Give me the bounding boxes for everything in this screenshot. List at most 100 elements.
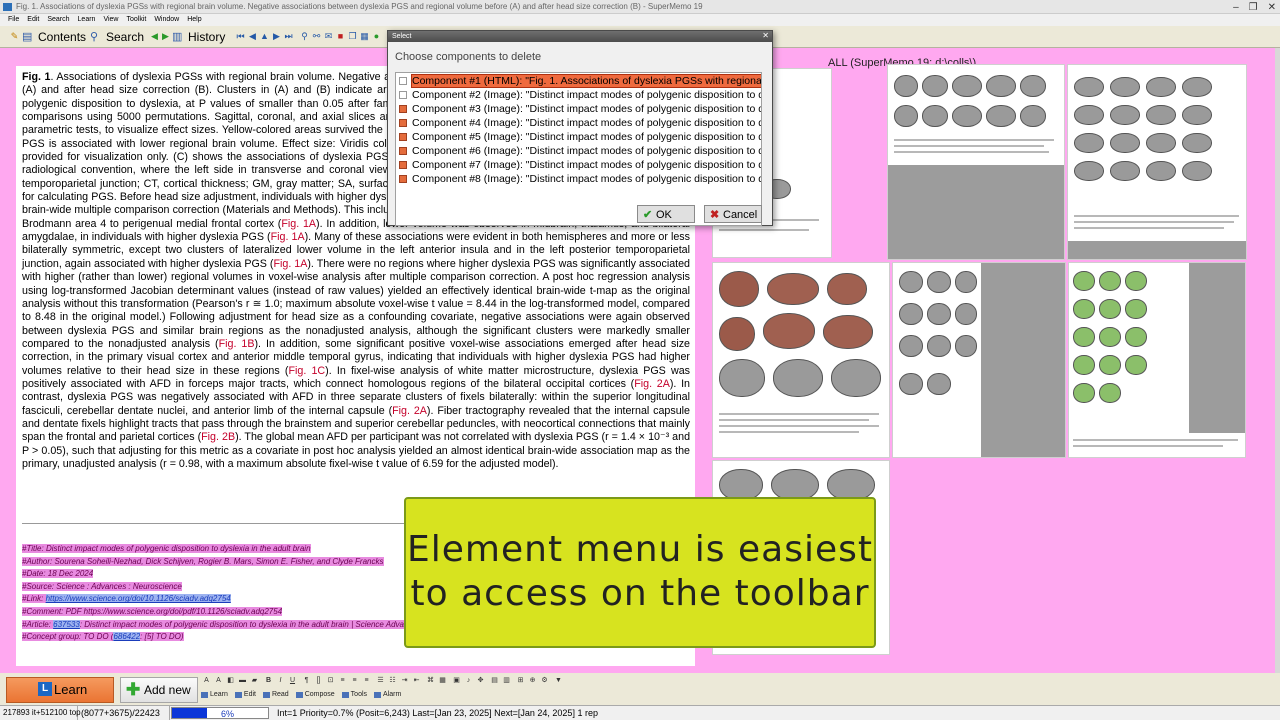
menu-file[interactable]: File	[8, 14, 19, 26]
prev-icon[interactable]: ◀	[248, 32, 257, 41]
move-icon[interactable]: ✥	[476, 676, 485, 685]
component-item-3[interactable]: Component #3 (Image): "Distinct impact m…	[396, 102, 761, 116]
mail-icon[interactable]: ✉	[324, 32, 333, 41]
mode-compose[interactable]: Compose	[295, 689, 335, 701]
dialog-close-icon[interactable]: ✕	[762, 31, 769, 40]
delete-icon[interactable]: ■	[336, 32, 345, 41]
next-icon[interactable]: ▶	[272, 32, 281, 41]
component-checkbox[interactable]	[399, 91, 407, 99]
close-window-button[interactable]: ✕	[1268, 1, 1276, 13]
fig-ref-link[interactable]: Fig. 1C	[288, 365, 325, 377]
fig-ref-link[interactable]: Fig. 2B	[201, 431, 235, 443]
add-new-button[interactable]: ✚ Add new	[120, 677, 198, 703]
copy-icon[interactable]: ❐	[348, 32, 357, 41]
italic-icon[interactable]: I	[276, 676, 285, 685]
component-checkbox[interactable]	[399, 119, 407, 127]
component-checkbox[interactable]	[399, 105, 407, 113]
highlight-icon[interactable]: ◧	[226, 676, 235, 685]
image-component-2[interactable]	[887, 64, 1065, 260]
find-icon[interactable]: ⚲	[300, 32, 309, 41]
underline-color-icon[interactable]: ▬	[238, 676, 247, 685]
component-item-4[interactable]: Component #4 (Image): "Distinct impact m…	[396, 116, 761, 130]
mode-alarm[interactable]: Alarm	[373, 689, 401, 701]
cancel-button[interactable]: ✖ Cancel	[704, 205, 762, 223]
fig-ref-link[interactable]: Fig. 2A	[634, 378, 670, 390]
forward-icon[interactable]: ▶	[161, 32, 170, 41]
menu-window[interactable]: Window	[154, 14, 179, 26]
layout-icon[interactable]: ▤	[490, 676, 499, 685]
menu-learn[interactable]: Learn	[78, 14, 96, 26]
component-item-6[interactable]: Component #6 (Image): "Distinct impact m…	[396, 144, 761, 158]
mode-learn[interactable]: Learn	[200, 689, 228, 701]
align-left-icon[interactable]: ≡	[338, 676, 347, 685]
parent-icon[interactable]: ▲	[260, 32, 269, 41]
edit-icon[interactable]: ✎	[10, 32, 19, 41]
fig-ref-link[interactable]: Fig. 1A	[271, 231, 305, 243]
component-checkbox[interactable]	[399, 147, 407, 155]
cloze-icon[interactable]: []	[314, 676, 323, 685]
ref-concept-link[interactable]: 686422	[113, 632, 141, 642]
zoom-icon[interactable]: ⊕	[528, 676, 537, 685]
template-icon[interactable]: ▥	[502, 676, 511, 685]
first-icon[interactable]: ⏮	[236, 32, 245, 41]
table-icon[interactable]: ▦	[438, 676, 447, 685]
add-icon[interactable]: ●	[372, 32, 381, 41]
menu-toolkit[interactable]: Toolkit	[126, 14, 146, 26]
fig-ref-link[interactable]: Fig. 2A	[392, 405, 427, 417]
menu-view[interactable]: View	[103, 14, 118, 26]
fig-ref-link[interactable]: Fig. 1B	[219, 338, 255, 350]
image-icon[interactable]: ▣	[452, 676, 461, 685]
minimize-button[interactable]: –	[1233, 1, 1239, 13]
fig-ref-link[interactable]: Fig. 1A	[281, 218, 316, 230]
component-item-8[interactable]: Component #8 (Image): "Distinct impact m…	[396, 172, 761, 186]
ok-button[interactable]: ✔ OK	[637, 205, 695, 223]
print-icon[interactable]: ▦	[360, 32, 369, 41]
menu-edit[interactable]: Edit	[27, 14, 39, 26]
ref-link[interactable]: https://www.science.org/doi/10.1126/scia…	[45, 594, 231, 604]
component-checkbox[interactable]	[399, 133, 407, 141]
component-checkbox[interactable]	[399, 77, 407, 85]
menu-search[interactable]: Search	[47, 14, 69, 26]
image-component-3[interactable]	[1067, 64, 1247, 260]
learn-button[interactable]: L Learn	[6, 677, 114, 703]
mode-tools[interactable]: Tools	[341, 689, 367, 701]
components-icon[interactable]: ⊞	[516, 676, 525, 685]
ref-article-link[interactable]: 637533	[53, 619, 80, 629]
paint-icon[interactable]: ▰	[250, 676, 259, 685]
format-icon[interactable]: ⌘	[426, 676, 435, 685]
sound-icon[interactable]: ♪	[464, 676, 473, 685]
component-checkbox[interactable]	[399, 161, 407, 169]
align-right-icon[interactable]: ≡	[362, 676, 371, 685]
last-icon[interactable]: ⏭	[284, 32, 293, 41]
text-color-icon[interactable]: A	[214, 676, 223, 685]
maximize-button[interactable]: ❐	[1249, 1, 1258, 13]
element-menu-icon[interactable]: ▼	[554, 676, 563, 685]
outdent-icon[interactable]: ⇤	[412, 676, 421, 685]
component-item-2[interactable]: Component #2 (Image): "Distinct impact m…	[396, 88, 761, 102]
component-checkbox[interactable]	[399, 175, 407, 183]
image-component-4[interactable]	[712, 262, 890, 458]
options-icon[interactable]: ⚙	[540, 676, 549, 685]
image-component-6[interactable]	[1068, 262, 1246, 458]
history-button[interactable]: ▥ History	[170, 29, 225, 46]
bold-icon[interactable]: B	[264, 676, 273, 685]
extract-icon[interactable]: ⊡	[326, 676, 335, 685]
mode-read[interactable]: Read	[262, 689, 289, 701]
back-icon[interactable]: ◀	[150, 32, 159, 41]
component-item-7[interactable]: Component #7 (Image): "Distinct impact m…	[396, 158, 761, 172]
component-item-5[interactable]: Component #5 (Image): "Distinct impact m…	[396, 130, 761, 144]
component-item-1[interactable]: Component #1 (HTML): "Fig. 1. Associatio…	[396, 74, 761, 88]
fig-ref-link[interactable]: Fig. 1A	[273, 258, 307, 270]
font-icon[interactable]: A	[202, 676, 211, 685]
contents-button[interactable]: ▤ Contents	[20, 29, 86, 46]
align-center-icon[interactable]: ≡	[350, 676, 359, 685]
numbered-list-icon[interactable]: ☷	[388, 676, 397, 685]
component-list[interactable]: Component #1 (HTML): "Fig. 1. Associatio…	[395, 72, 762, 226]
bullet-list-icon[interactable]: ☰	[376, 676, 385, 685]
search-button[interactable]: ⚲ Search	[88, 29, 144, 46]
underline-icon[interactable]: U	[288, 676, 297, 685]
style-icon[interactable]: ¶	[302, 676, 311, 685]
menu-help[interactable]: Help	[187, 14, 201, 26]
indent-icon[interactable]: ⇥	[400, 676, 409, 685]
image-component-5[interactable]	[892, 262, 1066, 458]
